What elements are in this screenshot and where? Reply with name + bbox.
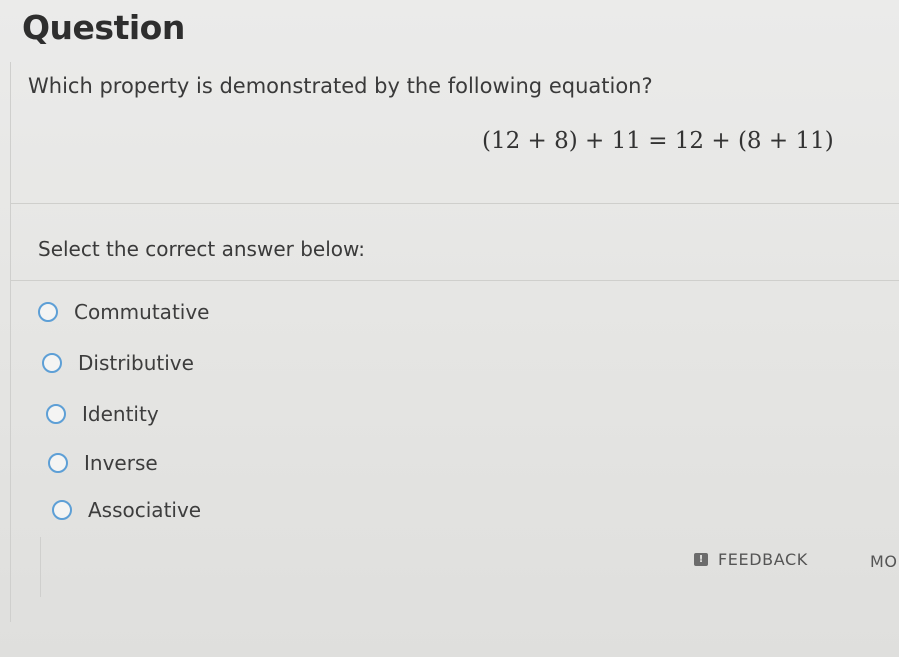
feedback-icon: ! [694,553,708,566]
answer-option-associative[interactable]: Associative [52,498,201,522]
section-divider [11,203,899,204]
answer-option-identity[interactable]: Identity [46,402,159,426]
bottom-panel-edge [40,537,41,597]
question-prompt: Which property is demonstrated by the fo… [28,74,653,98]
radio-button[interactable] [48,453,68,473]
answer-option-commutative[interactable]: Commutative [38,300,209,324]
radio-button[interactable] [42,353,62,373]
feedback-button[interactable]: ! FEEDBACK [694,550,808,569]
more-button[interactable]: MO [870,552,898,571]
feedback-label: FEEDBACK [718,550,808,569]
answer-option-label: Identity [82,402,159,426]
answer-option-distributive[interactable]: Distributive [42,351,194,375]
radio-button[interactable] [46,404,66,424]
answer-option-label: Inverse [84,451,158,475]
answer-option-inverse[interactable]: Inverse [48,451,158,475]
answer-option-label: Commutative [74,300,210,324]
equation: (12 + 8) + 11 = 12 + (8 + 11) [482,128,834,154]
select-answer-label: Select the correct answer below: [38,237,366,261]
radio-button[interactable] [38,302,58,322]
answer-divider [11,280,899,281]
answer-option-label: Distributive [78,351,194,375]
radio-button[interactable] [52,500,72,520]
question-heading: Question [22,8,185,47]
answer-option-label: Associative [88,498,202,522]
